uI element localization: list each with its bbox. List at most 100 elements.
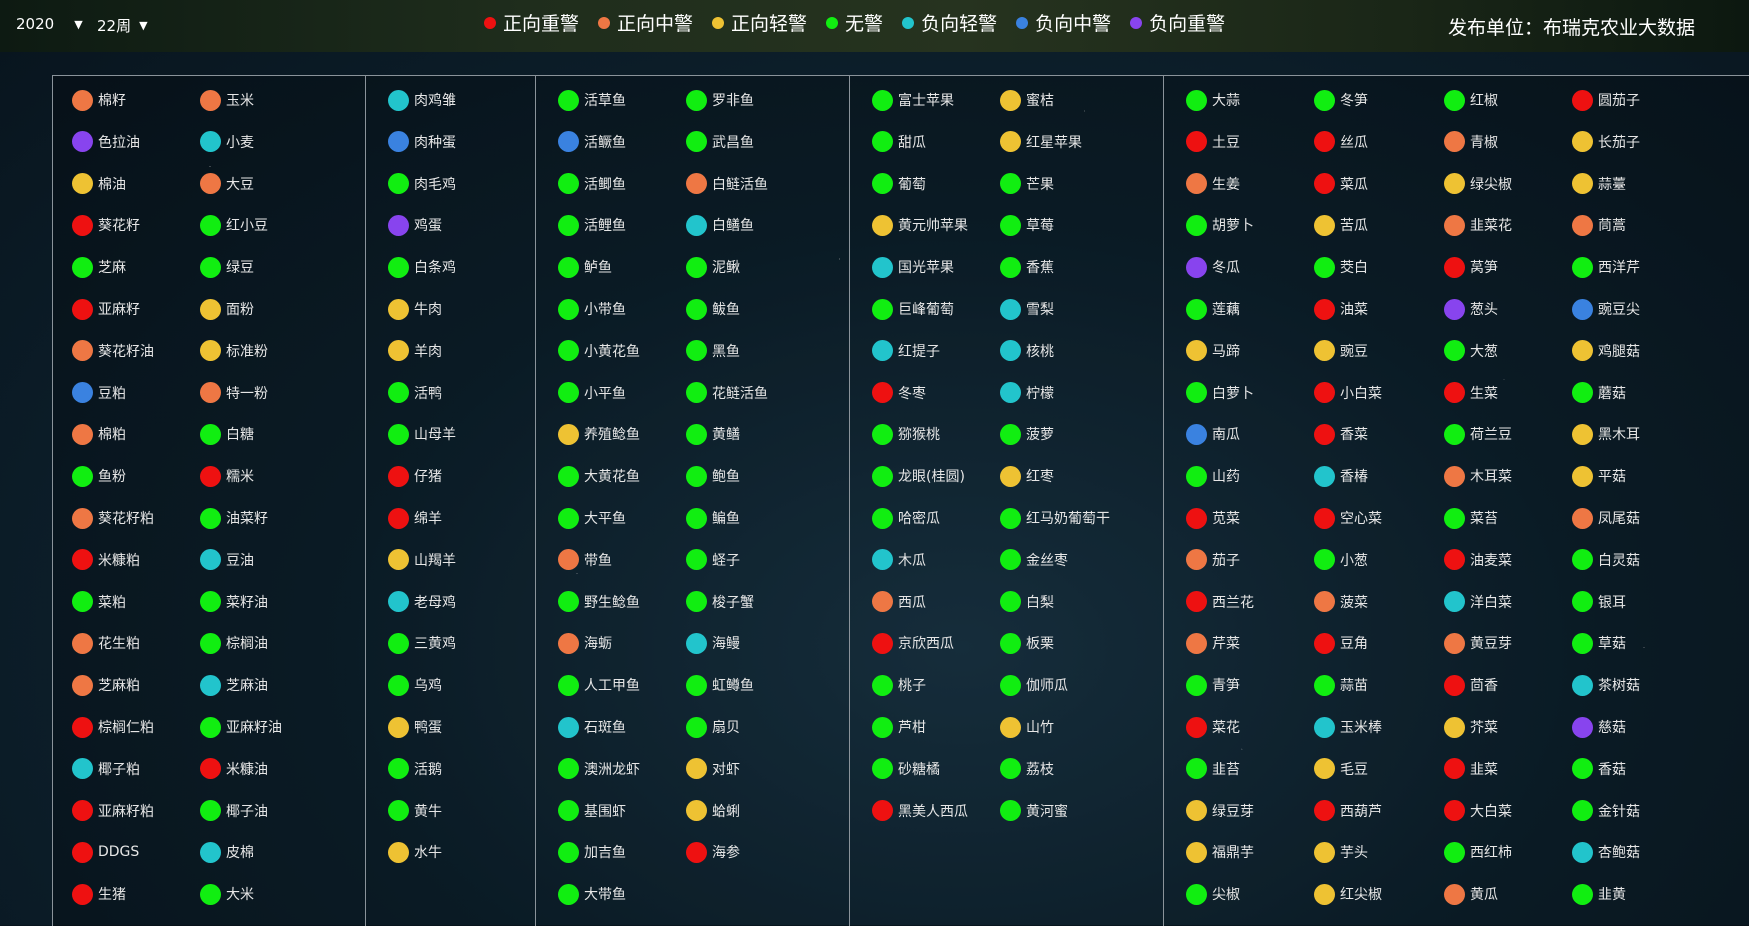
commodity-item[interactable]: 茶树菇	[1572, 671, 1640, 699]
commodity-item[interactable]: 蘑菇	[1572, 379, 1626, 407]
commodity-item[interactable]: 尖椒	[1186, 880, 1240, 908]
commodity-item[interactable]: 西葫芦	[1314, 797, 1382, 825]
commodity-item[interactable]: 肉鸡雏	[388, 86, 456, 114]
commodity-item[interactable]: 白梨	[1000, 588, 1054, 616]
commodity-item[interactable]: 韭黄	[1572, 880, 1626, 908]
commodity-item[interactable]: 青笋	[1186, 671, 1240, 699]
commodity-item[interactable]: 巨峰葡萄	[872, 295, 954, 323]
commodity-item[interactable]: 鲍鱼	[686, 462, 740, 490]
commodity-item[interactable]: 水牛	[388, 838, 442, 866]
commodity-item[interactable]: 红星苹果	[1000, 128, 1082, 156]
commodity-item[interactable]: 西兰花	[1186, 588, 1254, 616]
commodity-item[interactable]: 马蹄	[1186, 337, 1240, 365]
commodity-item[interactable]: 韭苔	[1186, 755, 1240, 783]
commodity-item[interactable]: 蒜苗	[1314, 671, 1368, 699]
commodity-item[interactable]: 亚麻籽	[72, 295, 140, 323]
commodity-item[interactable]: 绿豆	[200, 253, 254, 281]
commodity-item[interactable]: 茼蒿	[1572, 211, 1626, 239]
commodity-item[interactable]: 金丝枣	[1000, 546, 1068, 574]
commodity-item[interactable]: 油菜籽	[200, 504, 268, 532]
commodity-item[interactable]: 花鲢活鱼	[686, 379, 768, 407]
commodity-item[interactable]: 小带鱼	[558, 295, 626, 323]
commodity-item[interactable]: 龙眼(桂圆)	[872, 462, 965, 490]
commodity-item[interactable]: 养殖鲶鱼	[558, 420, 640, 448]
commodity-item[interactable]: 青椒	[1444, 128, 1498, 156]
commodity-item[interactable]: 加吉鱼	[558, 838, 626, 866]
commodity-item[interactable]: 黄河蜜	[1000, 797, 1068, 825]
commodity-item[interactable]: 黑木耳	[1572, 420, 1640, 448]
commodity-item[interactable]: 冬枣	[872, 379, 926, 407]
commodity-item[interactable]: 大葱	[1444, 337, 1498, 365]
commodity-item[interactable]: 仔猪	[388, 462, 442, 490]
commodity-item[interactable]: 菜花	[1186, 713, 1240, 741]
commodity-item[interactable]: 野生鲶鱼	[558, 588, 640, 616]
commodity-item[interactable]: 胡萝卜	[1186, 211, 1254, 239]
commodity-item[interactable]: 豆角	[1314, 629, 1368, 657]
commodity-item[interactable]: 草莓	[1000, 211, 1054, 239]
commodity-item[interactable]: 核桃	[1000, 337, 1054, 365]
commodity-item[interactable]: 亚麻籽油	[200, 713, 282, 741]
commodity-item[interactable]: 对虾	[686, 755, 740, 783]
commodity-item[interactable]: 白糖	[200, 420, 254, 448]
commodity-item[interactable]: 椰子粕	[72, 755, 140, 783]
commodity-item[interactable]: 凤尾菇	[1572, 504, 1640, 532]
commodity-item[interactable]: 扇贝	[686, 713, 740, 741]
commodity-item[interactable]: 棕榈油	[200, 629, 268, 657]
commodity-item[interactable]: 山羯羊	[388, 546, 456, 574]
commodity-item[interactable]: 茴香	[1444, 671, 1498, 699]
commodity-item[interactable]: 芝麻	[72, 253, 126, 281]
commodity-item[interactable]: 面粉	[200, 295, 254, 323]
commodity-item[interactable]: 芒果	[1000, 170, 1054, 198]
commodity-item[interactable]: 羊肉	[388, 337, 442, 365]
commodity-item[interactable]: 苋菜	[1186, 504, 1240, 532]
commodity-item[interactable]: 虹鳟鱼	[686, 671, 754, 699]
commodity-item[interactable]: DDGS	[72, 838, 139, 866]
commodity-item[interactable]: 莴笋	[1444, 253, 1498, 281]
commodity-item[interactable]: 色拉油	[72, 128, 140, 156]
commodity-item[interactable]: 鳊鱼	[686, 504, 740, 532]
commodity-item[interactable]: 毛豆	[1314, 755, 1368, 783]
commodity-item[interactable]: 黄豆芽	[1444, 629, 1512, 657]
commodity-item[interactable]: 柠檬	[1000, 379, 1054, 407]
commodity-item[interactable]: 木瓜	[872, 546, 926, 574]
commodity-item[interactable]: 棉粕	[72, 420, 126, 448]
commodity-item[interactable]: 豆粕	[72, 379, 126, 407]
commodity-item[interactable]: 海鳗	[686, 629, 740, 657]
commodity-item[interactable]: 武昌鱼	[686, 128, 754, 156]
commodity-item[interactable]: 蛤蜊	[686, 797, 740, 825]
commodity-item[interactable]: 豌豆	[1314, 337, 1368, 365]
commodity-item[interactable]: 白萝卜	[1186, 379, 1254, 407]
commodity-item[interactable]: 芥菜	[1444, 713, 1498, 741]
commodity-item[interactable]: 棉籽	[72, 86, 126, 114]
commodity-item[interactable]: 芝麻油	[200, 671, 268, 699]
commodity-item[interactable]: 长茄子	[1572, 128, 1640, 156]
commodity-item[interactable]: 葵花籽粕	[72, 504, 154, 532]
commodity-item[interactable]: 椰子油	[200, 797, 268, 825]
commodity-item[interactable]: 海参	[686, 838, 740, 866]
commodity-item[interactable]: 西洋芹	[1572, 253, 1640, 281]
commodity-item[interactable]: 杏鲍菇	[1572, 838, 1640, 866]
commodity-item[interactable]: 活鳜鱼	[558, 128, 626, 156]
commodity-item[interactable]: 活鹅	[388, 755, 442, 783]
year-select[interactable]: 2020 ▼	[16, 15, 83, 33]
commodity-item[interactable]: 洋白菜	[1444, 588, 1512, 616]
commodity-item[interactable]: 花生粕	[72, 629, 140, 657]
commodity-item[interactable]: 玉米棒	[1314, 713, 1382, 741]
commodity-item[interactable]: 雪梨	[1000, 295, 1054, 323]
commodity-item[interactable]: 白灵菇	[1572, 546, 1640, 574]
commodity-item[interactable]: 大黄花鱼	[558, 462, 640, 490]
commodity-item[interactable]: 芝麻粕	[72, 671, 140, 699]
commodity-item[interactable]: 小黄花鱼	[558, 337, 640, 365]
commodity-item[interactable]: 芹菜	[1186, 629, 1240, 657]
commodity-item[interactable]: 特一粉	[200, 379, 268, 407]
commodity-item[interactable]: 猕猴桃	[872, 420, 940, 448]
commodity-item[interactable]: 鲅鱼	[686, 295, 740, 323]
commodity-item[interactable]: 油菜	[1314, 295, 1368, 323]
commodity-item[interactable]: 基围虾	[558, 797, 626, 825]
commodity-item[interactable]: 冬瓜	[1186, 253, 1240, 281]
commodity-item[interactable]: 绵羊	[388, 504, 442, 532]
commodity-item[interactable]: 黄瓜	[1444, 880, 1498, 908]
commodity-item[interactable]: 黄牛	[388, 797, 442, 825]
commodity-item[interactable]: 大平鱼	[558, 504, 626, 532]
commodity-item[interactable]: 圆茄子	[1572, 86, 1640, 114]
